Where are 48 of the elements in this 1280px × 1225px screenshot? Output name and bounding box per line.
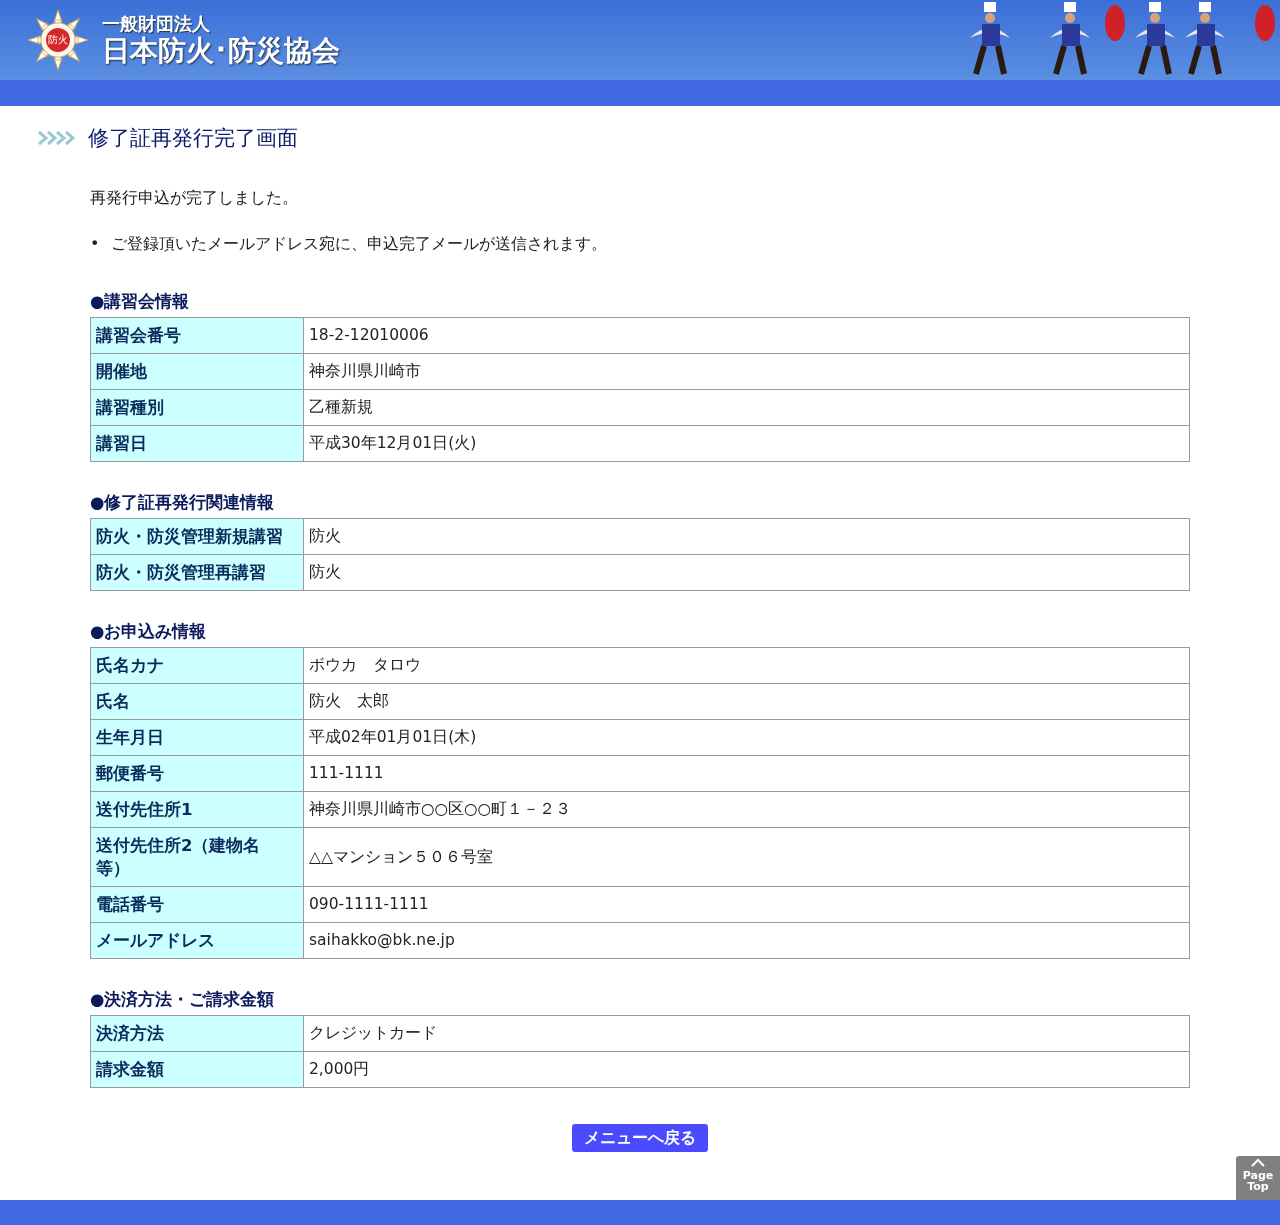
section-heading: ●決済方法・ご請求金額 [90, 989, 276, 1011]
value-cell: 防火 [303, 554, 1190, 591]
section-heading: ●講習会情報 [90, 291, 191, 313]
value-cell: 平成30年12月01日(火) [303, 425, 1190, 462]
label-cell: 講習種別 [90, 389, 304, 426]
value-cell: 神奈川県川崎市○○区○○町１－２３ [303, 791, 1190, 828]
label-cell: 開催地 [90, 353, 304, 390]
label-cell: 講習会番号 [90, 317, 304, 354]
label-cell: 生年月日 [90, 719, 304, 756]
note-text: ご登録頂いたメールアドレス宛に、申込完了メールが送信されます。 [111, 233, 608, 255]
label-cell: 防火・防災管理新規講習 [90, 518, 304, 555]
org-name-text: 日本防火･防災協会 [102, 35, 340, 67]
value-cell: 防火 太郎 [303, 683, 1190, 720]
label-cell: 請求金額 [90, 1051, 304, 1088]
label-cell: 防火・防災管理再講習 [90, 554, 304, 591]
page-title: 修了証再発行完了画面 [88, 125, 298, 152]
emblem-text: 防火 [48, 33, 68, 46]
bullet-mark: • [90, 233, 100, 255]
value-cell: 乙種新規 [303, 389, 1190, 426]
value-cell: 090-1111-1111 [303, 886, 1190, 923]
back-to-menu-button[interactable]: メニューへ戻る [572, 1124, 708, 1152]
value-cell: saihakko@bk.ne.jp [303, 922, 1190, 959]
value-cell: 2,000円 [303, 1051, 1190, 1088]
value-cell: クレジットカード [303, 1015, 1190, 1052]
value-cell: 平成02年01月01日(木) [303, 719, 1190, 756]
section-heading: ●修了証再発行関連情報 [90, 492, 276, 514]
value-cell: 18-2-12010006 [303, 317, 1190, 354]
page-top-button[interactable]: Page Top [1236, 1156, 1280, 1200]
label-cell: 送付先住所1 [90, 791, 304, 828]
value-cell: 111-1111 [303, 755, 1190, 792]
label-cell: 決済方法 [90, 1015, 304, 1052]
up-chevron-icon [1251, 1158, 1265, 1168]
label-cell: メールアドレス [90, 922, 304, 959]
snowflake-emblem-icon [27, 9, 89, 71]
label-cell: 送付先住所2（建物名等） [90, 827, 304, 887]
org-type-text: 一般財団法人 [102, 13, 211, 35]
value-cell: ボウカ タロウ [303, 647, 1190, 684]
label-cell: 講習日 [90, 425, 304, 462]
value-cell: 防火 [303, 518, 1190, 555]
completion-message: 再発行申込が完了しました。 [90, 188, 299, 209]
section-heading: ●お申込み情報 [90, 621, 208, 643]
value-cell: 神奈川県川崎市 [303, 353, 1190, 390]
label-cell: 郵便番号 [90, 755, 304, 792]
chevrons-icon [38, 130, 78, 146]
label-cell: 氏名カナ [90, 647, 304, 684]
label-cell: 氏名 [90, 683, 304, 720]
label-cell: 電話番号 [90, 886, 304, 923]
value-cell: △△マンション５０６号室 [303, 827, 1190, 887]
